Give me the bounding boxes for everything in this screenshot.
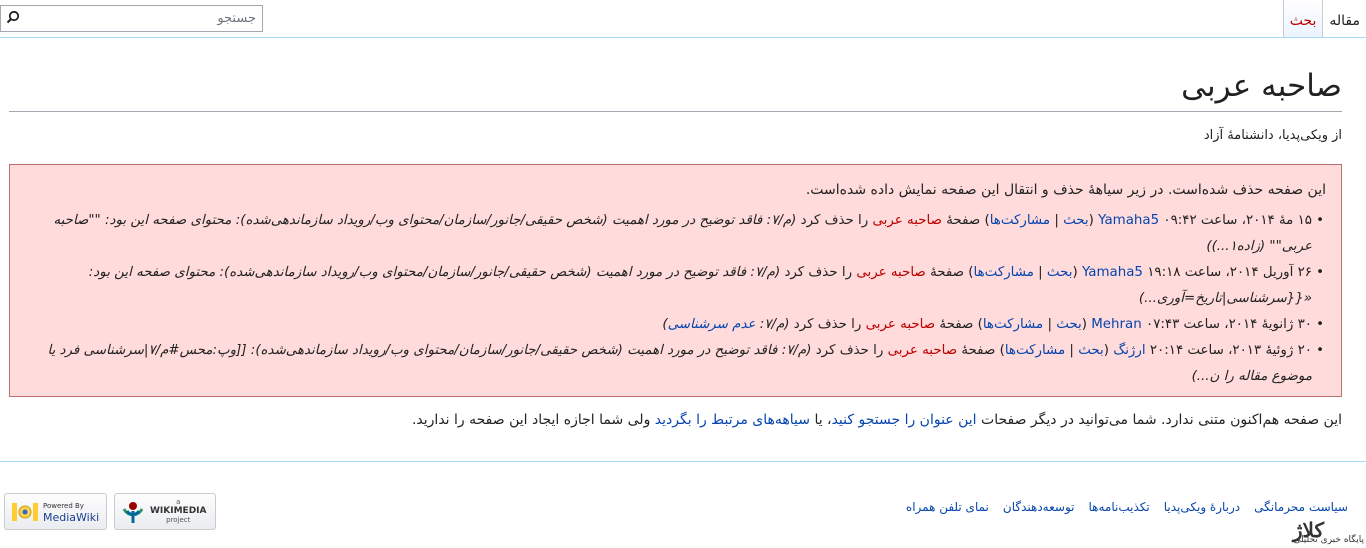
log-separator: | — [1069, 343, 1074, 358]
page-title: صاحبه عربی — [9, 65, 1342, 112]
mediawiki-badge-top: Powered By — [43, 501, 84, 510]
log-page-link[interactable]: صاحبه عربی — [888, 343, 957, 358]
log-date: ۲۶ آوریل ۲۰۱۴، ساعت ۱۹:۱۸ — [1147, 265, 1312, 280]
footer-link-mobile-view[interactable]: نمای تلفن همراه — [906, 500, 989, 514]
log-action-pre: صفحهٔ — [930, 265, 965, 280]
log-comment-link[interactable]: عدم سرشناسی — [668, 317, 756, 332]
footer-link-privacy[interactable]: سیاست محرمانگی — [1254, 500, 1348, 514]
log-user-link[interactable]: Yamaha5 — [1082, 265, 1143, 280]
log-contribs-link[interactable]: مشارکت‌ها — [1005, 343, 1065, 358]
powered-by-mediawiki-badge[interactable]: Powered By MediaWiki — [4, 493, 107, 530]
search-title-link[interactable]: این عنوان را جستجو کنید — [832, 412, 977, 428]
no-article-text-1: این صفحه هم‌اکنون متنی ندارد. شما می‌توا… — [981, 412, 1342, 428]
log-talk-link[interactable]: بحث — [1078, 343, 1104, 358]
wikimedia-logo-icon — [122, 501, 144, 523]
log-page-link[interactable]: صاحبه عربی — [866, 317, 935, 332]
content-top-border — [0, 37, 1366, 38]
mediawiki-badge-text: Powered By MediaWiki — [43, 501, 99, 523]
news-watermark: کلاژ پایگاه خبری تحلیلی — [1230, 518, 1366, 548]
search-icon[interactable] — [6, 10, 20, 24]
wikimedia-badge-text: a WIKIMEDIA project — [150, 498, 207, 525]
log-action-post: را حذف کرد — [784, 265, 853, 280]
footer-link-disclaimers[interactable]: تکذیب‌نامه‌ها — [1088, 500, 1149, 514]
log-entry: • ۲۰ ژوئیهٔ ۲۰۱۳، ساعت ۲۰:۱۴ ارژنگ (بحث … — [20, 338, 1324, 390]
log-separator: | — [1047, 317, 1052, 332]
log-action-pre: صفحهٔ — [961, 343, 996, 358]
log-talk-link[interactable]: بحث — [1047, 265, 1073, 280]
bullet-icon: • — [1316, 343, 1324, 358]
tab-article[interactable]: مقاله — [1322, 0, 1366, 38]
deletion-log-list: • ۱۵ مهٔ ۲۰۱۴، ساعت ۰۹:۴۲ Yamaha5 (بحث |… — [20, 208, 1326, 390]
log-action-pre: صفحهٔ — [946, 213, 981, 228]
log-entry: • ۳۰ ژانویهٔ ۲۰۱۴، ساعت ۰۷:۴۳ Mehran (بح… — [20, 312, 1324, 338]
log-page-link[interactable]: صاحبه عربی — [856, 265, 925, 280]
search-input[interactable] — [28, 6, 258, 31]
log-separator: | — [1054, 213, 1059, 228]
log-date: ۳۰ ژانویهٔ ۲۰۱۴، ساعت ۰۷:۴۳ — [1146, 317, 1312, 332]
mediawiki-badge-name: MediaWiki — [43, 510, 100, 524]
log-contribs-link[interactable]: مشارکت‌ها — [974, 265, 1034, 280]
footer-border — [0, 461, 1366, 462]
no-article-text: این صفحه هم‌اکنون متنی ندارد. شما می‌توا… — [9, 409, 1342, 431]
site-subtitle: از ویکی‌پدیا، دانشنامهٔ آزاد — [1203, 128, 1342, 143]
log-action-pre: صفحهٔ — [939, 317, 974, 332]
mediawiki-logo-icon — [12, 502, 38, 521]
log-date: ۱۵ مهٔ ۲۰۱۴، ساعت ۰۹:۴۲ — [1163, 213, 1312, 228]
log-contribs-link[interactable]: مشارکت‌ها — [983, 317, 1043, 332]
tab-talk[interactable]: بحث — [1282, 0, 1323, 38]
log-talk-link[interactable]: بحث — [1056, 317, 1082, 332]
log-user-link[interactable]: ارژنگ — [1113, 343, 1145, 358]
deletion-log-intro: این صفحه حذف شده‌است. در زیر سیاههٔ حذف … — [805, 182, 1326, 198]
log-contribs-link[interactable]: مشارکت‌ها — [990, 213, 1050, 228]
footer-link-about[interactable]: دربارهٔ ویکی‌پدیا — [1164, 500, 1240, 514]
log-action-post: را حذف کرد — [800, 213, 869, 228]
search-box — [0, 5, 263, 32]
footer-link-developers[interactable]: توسعه‌دهندگان — [1003, 500, 1075, 514]
no-article-text-2: ، یا — [814, 412, 832, 428]
log-page-link[interactable]: صاحبه عربی — [873, 213, 942, 228]
watermark-text: پایگاه خبری تحلیلی — [1293, 535, 1364, 545]
no-article-text-3: ولی شما اجازه ایجاد این صفحه را ندارید. — [411, 412, 651, 428]
bullet-icon: • — [1316, 265, 1324, 280]
log-separator: | — [1038, 265, 1043, 280]
wikimedia-badge-sub: project — [166, 516, 191, 524]
related-logs-link[interactable]: سیاهه‌های مرتبط را بگردید — [655, 412, 810, 428]
bullet-icon: • — [1316, 213, 1324, 228]
footer-links: سیاست محرمانگی دربارهٔ ویکی‌پدیا تکذیب‌ن… — [906, 500, 1348, 514]
deletion-log-box: این صفحه حذف شده‌است. در زیر سیاههٔ حذف … — [9, 164, 1342, 397]
log-comment-pre: (م‌‌/‌‌۷: — [755, 317, 790, 332]
log-entry: • ۱۵ مهٔ ۲۰۱۴، ساعت ۰۹:۴۲ Yamaha5 (بحث |… — [20, 208, 1324, 260]
bullet-icon: • — [1316, 317, 1324, 332]
log-user-link[interactable]: Mehran — [1091, 317, 1141, 332]
wikimedia-badge-name: WIKIMEDIA — [150, 506, 207, 516]
log-entry: • ۲۶ آوریل ۲۰۱۴، ساعت ۱۹:۱۸ Yamaha5 (بحث… — [20, 260, 1324, 312]
log-talk-link[interactable]: بحث — [1063, 213, 1089, 228]
wikimedia-project-badge[interactable]: a WIKIMEDIA project — [114, 493, 216, 530]
log-date: ۲۰ ژوئیهٔ ۲۰۱۳، ساعت ۲۰:۱۴ — [1149, 343, 1312, 358]
log-action-post: را حذف کرد — [793, 317, 862, 332]
namespace-tabs: مقاله بحث — [1282, 0, 1366, 38]
log-comment: (م‌‌/‌‌۷: عدم سرشناسی) — [662, 317, 789, 332]
top-bar: مقاله بحث — [0, 0, 1366, 38]
log-action-post: را حذف کرد — [815, 343, 884, 358]
content-area: صاحبه عربی از ویکی‌پدیا، دانشنامهٔ آزاد … — [9, 55, 1342, 431]
log-user-link[interactable]: Yamaha5 — [1098, 213, 1159, 228]
